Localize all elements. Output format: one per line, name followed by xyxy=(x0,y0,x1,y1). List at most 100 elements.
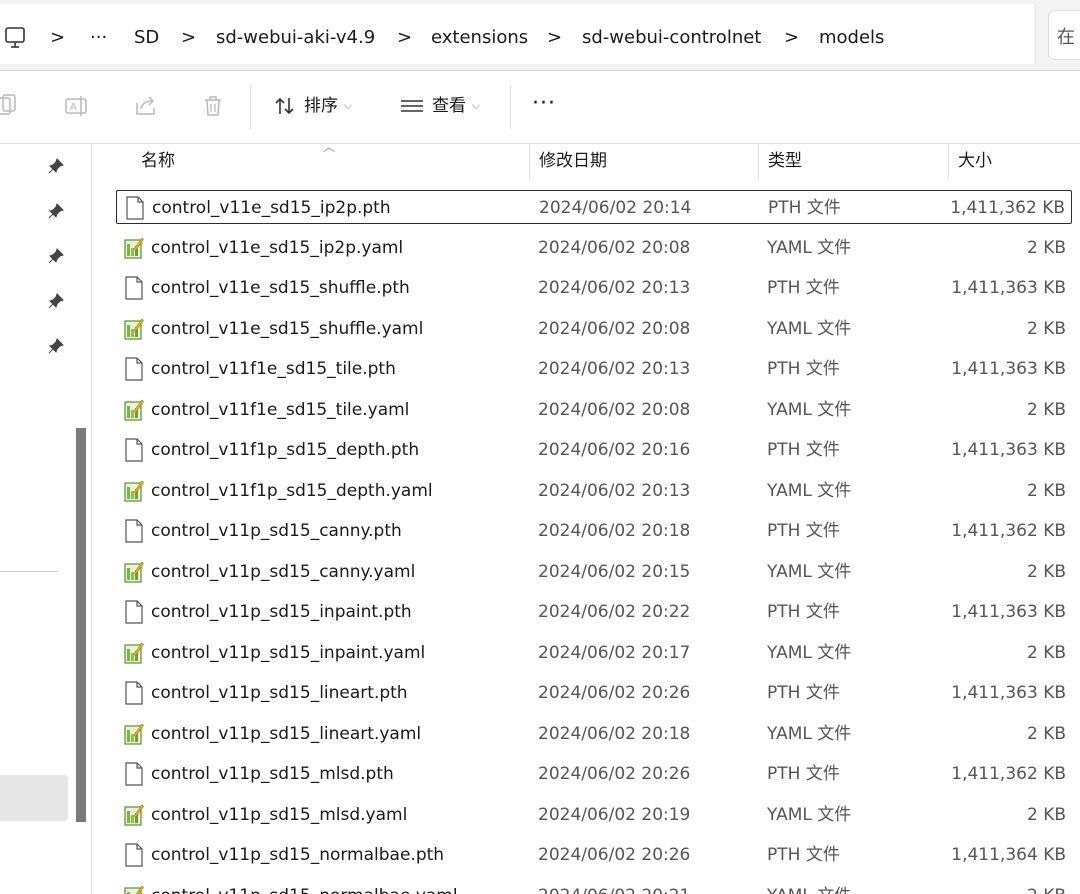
file-type: YAML 文件 xyxy=(767,642,852,663)
file-type: YAML 文件 xyxy=(767,480,852,501)
file-type: YAML 文件 xyxy=(767,804,852,825)
file-name: control_v11f1p_sd15_depth.yaml xyxy=(151,480,433,501)
file-modified-date: 2024/06/02 20:26 xyxy=(538,845,691,865)
file-row[interactable]: control_v11f1e_sd15_tile.pth 2024/06/02 2… xyxy=(116,352,1072,386)
yaml-file-icon xyxy=(124,723,144,745)
file-type: YAML 文件 xyxy=(767,879,851,894)
file-row[interactable]: control_v11p_sd15_canny.pth 2024/06/02 20… xyxy=(116,514,1072,548)
file-row[interactable]: control_v11e_sd15_ip2p.yaml 2024/06/02 20… xyxy=(116,231,1072,265)
file-size: 1,411,363 KB xyxy=(951,359,1066,379)
file-name: control_v11p_sd15_lineart.yaml xyxy=(151,723,422,744)
file-size: 1,411,364 KB xyxy=(951,845,1066,865)
file-name: control_v11p_sd15_canny.pth xyxy=(151,521,402,541)
file-row[interactable]: control_v11p_sd15_lineart.yaml 2024/06/02… xyxy=(116,717,1072,751)
file-modified-date: 2024/06/02 20:19 xyxy=(538,804,691,825)
file-row[interactable]: control_v11p_sd15_normalbae.pth 2024/06/0… xyxy=(116,838,1072,872)
file-modified-date: 2024/06/02 20:14 xyxy=(539,198,692,218)
file-name: control_v11p_sd15_inpaint.pth xyxy=(151,602,412,622)
file-icon xyxy=(125,600,143,624)
file-name: control_v11p_sd15_normalbae.pth xyxy=(151,845,445,865)
file-row[interactable]: control_v11f1p_sd15_depth.yaml 2024/06/02… xyxy=(116,474,1072,508)
file-name: control_v11p_sd15_lineart.pth xyxy=(151,683,408,703)
file-name: control_v11f1e_sd15_tile.yaml xyxy=(151,399,410,420)
file-modified-date: 2024/06/02 20:08 xyxy=(538,399,691,420)
file-modified-date: 2024/06/02 20:17 xyxy=(538,642,691,663)
file-name: control_v11e_sd15_shuffle.yaml xyxy=(151,318,424,339)
file-row[interactable]: control_v11e_sd15_shuffle.yaml 2024/06/02… xyxy=(116,312,1072,346)
file-row[interactable]: control_v11e_sd15_ip2p.pth 2024/06/02 20:… xyxy=(116,190,1072,224)
file-modified-date: 2024/06/02 20:08 xyxy=(538,318,691,339)
file-row[interactable]: control_v11p_sd15_normalbae.yaml 2024/06/… xyxy=(116,879,1072,894)
file-name: control_v11e_sd15_shuffle.pth xyxy=(151,278,410,298)
file-type: PTH 文件 xyxy=(767,440,840,460)
yaml-file-icon xyxy=(124,480,144,502)
file-size: 2 KB xyxy=(1026,399,1066,420)
file-row[interactable]: control_v11p_sd15_lineart.pth 2024/06/02 … xyxy=(116,676,1072,710)
file-row[interactable]: control_v11f1p_sd15_depth.pth 2024/06/02 … xyxy=(116,433,1072,467)
file-name: control_v11e_sd15_ip2p.pth xyxy=(152,198,391,218)
file-type: YAML 文件 xyxy=(767,318,852,339)
file-icon xyxy=(125,762,143,786)
file-modified-date: 2024/06/02 20:16 xyxy=(538,440,691,460)
file-name: control_v11f1e_sd15_tile.pth xyxy=(151,359,396,379)
file-name: control_v11p_sd15_normalbae.yaml xyxy=(151,879,458,894)
file-row[interactable]: control_v11p_sd15_canny.yaml 2024/06/02 2… xyxy=(116,555,1072,589)
file-name: control_v11p_sd15_mlsd.yaml xyxy=(151,804,408,825)
file-modified-date: 2024/06/02 20:21 xyxy=(538,879,690,894)
file-modified-date: 2024/06/02 20:13 xyxy=(538,278,691,298)
file-list: control_v11e_sd15_ip2p.pth 2024/06/02 20:… xyxy=(0,0,1080,894)
file-type: PTH 文件 xyxy=(767,359,840,379)
file-icon xyxy=(125,276,143,300)
file-size: 1,411,362 KB xyxy=(950,198,1065,218)
file-modified-date: 2024/06/02 20:13 xyxy=(538,480,691,501)
yaml-file-icon xyxy=(124,804,144,826)
file-type: PTH 文件 xyxy=(767,764,840,784)
file-size: 1,411,363 KB xyxy=(951,278,1066,298)
file-row[interactable]: control_v11f1e_sd15_tile.yaml 2024/06/02 … xyxy=(116,393,1072,427)
file-type: PTH 文件 xyxy=(767,683,840,703)
file-modified-date: 2024/06/02 20:15 xyxy=(538,561,691,582)
file-type: PTH 文件 xyxy=(767,845,840,865)
file-size: 1,411,362 KB xyxy=(951,764,1066,784)
file-icon xyxy=(125,357,143,381)
file-icon xyxy=(125,843,143,867)
file-name: control_v11p_sd15_canny.yaml xyxy=(151,561,416,582)
file-row[interactable]: control_v11p_sd15_mlsd.pth 2024/06/02 20:… xyxy=(116,757,1072,791)
file-modified-date: 2024/06/02 20:13 xyxy=(538,359,691,379)
file-size: 2 KB xyxy=(1027,879,1066,894)
file-type: YAML 文件 xyxy=(767,561,852,582)
file-icon xyxy=(125,438,143,462)
yaml-file-icon xyxy=(124,318,144,340)
file-size: 1,411,362 KB xyxy=(951,521,1066,541)
file-type: YAML 文件 xyxy=(767,723,852,744)
yaml-file-icon xyxy=(124,561,144,583)
file-row[interactable]: control_v11p_sd15_inpaint.pth 2024/06/02 … xyxy=(116,595,1072,629)
file-name: control_v11p_sd15_mlsd.pth xyxy=(151,764,394,784)
file-size: 1,411,363 KB xyxy=(951,440,1066,460)
file-size: 1,411,363 KB xyxy=(951,683,1066,703)
file-name: control_v11e_sd15_ip2p.yaml xyxy=(151,237,404,258)
file-name: control_v11p_sd15_inpaint.yaml xyxy=(151,642,426,663)
file-type: PTH 文件 xyxy=(767,602,840,622)
yaml-file-icon xyxy=(124,885,144,894)
file-size: 2 KB xyxy=(1026,237,1066,258)
file-size: 1,411,363 KB xyxy=(951,602,1066,622)
yaml-file-icon xyxy=(124,642,144,664)
file-icon xyxy=(126,196,144,220)
file-size: 2 KB xyxy=(1026,642,1066,663)
file-row[interactable]: control_v11p_sd15_inpaint.yaml 2024/06/02… xyxy=(116,636,1072,670)
yaml-file-icon xyxy=(124,237,144,259)
file-row[interactable]: control_v11p_sd15_mlsd.yaml 2024/06/02 20… xyxy=(116,798,1072,832)
file-modified-date: 2024/06/02 20:18 xyxy=(538,723,691,744)
file-name: control_v11f1p_sd15_depth.pth xyxy=(151,440,420,460)
file-size: 2 KB xyxy=(1026,804,1066,825)
yaml-file-icon xyxy=(124,399,144,421)
file-size: 2 KB xyxy=(1026,318,1066,339)
file-type: YAML 文件 xyxy=(767,237,852,258)
file-type: YAML 文件 xyxy=(767,399,852,420)
file-size: 2 KB xyxy=(1026,480,1066,501)
file-row[interactable]: control_v11e_sd15_shuffle.pth 2024/06/02 … xyxy=(116,271,1072,305)
file-size: 2 KB xyxy=(1026,561,1066,582)
file-icon xyxy=(125,681,143,705)
file-modified-date: 2024/06/02 20:08 xyxy=(538,237,691,258)
